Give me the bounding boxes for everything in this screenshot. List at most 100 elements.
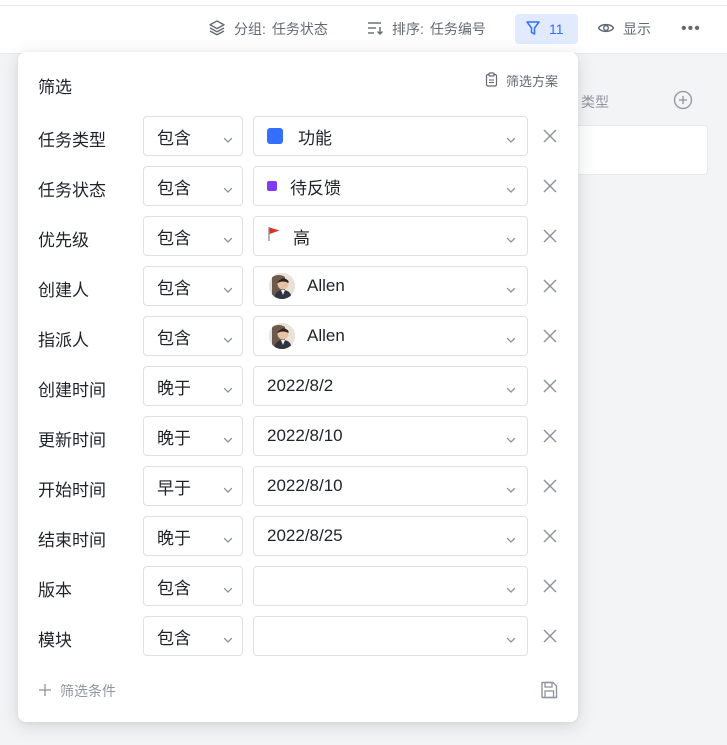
sort-label: 排序: [392,21,424,37]
group-by-label: 分组: [234,21,266,37]
operator-select[interactable]: 包含 [143,316,243,356]
chevron-down-icon [505,381,517,401]
operator-select[interactable]: 晚于 [143,516,243,556]
user-avatar [269,273,295,299]
operator-select[interactable]: 包含 [143,166,243,206]
operator-value: 包含 [157,228,191,248]
save-filter-button[interactable] [539,680,559,705]
sort-value: 任务编号 [429,21,486,37]
chevron-down-icon [222,581,234,601]
chevron-down-icon [505,631,517,651]
filter-field-label: 任务状态 [38,181,106,200]
filter-field-label: 任务类型 [38,131,106,150]
filter-value: 2022/8/25 [267,526,343,545]
remove-condition-icon[interactable] [542,278,558,299]
chevron-down-icon [222,331,234,351]
remove-condition-icon[interactable] [542,178,558,199]
filter-panel: 筛选 筛选方案 任务类型 包含 功能 任务状态 包含 待反馈 优先级 包含高创建人 包含 Alle… [18,52,578,722]
chevron-down-icon [222,631,234,651]
red-flag-icon [267,226,281,247]
add-filter-condition-button[interactable]: 筛选条件 [38,681,116,701]
filter-row: 创建时间 晚于 2022/8/2 [18,366,578,406]
operator-select[interactable]: 晚于 [143,366,243,406]
filter-scheme-button[interactable]: 筛选方案 [485,71,558,90]
value-select[interactable]: 功能 [253,116,528,156]
display-button[interactable]: 显示 [597,14,651,44]
operator-value: 早于 [157,478,191,498]
layers-icon [208,19,234,40]
filter-row: 模块 包含 [18,616,578,656]
filter-row: 创建人 包含 Allen [18,266,578,306]
plus-icon [38,683,60,700]
value-select[interactable] [253,566,528,606]
filter-field-label: 更新时间 [38,431,106,450]
value-select[interactable]: 2022/8/2 [253,366,528,406]
filter-field-label: 模块 [38,631,72,650]
filter-value: 功能 [298,128,332,148]
status-dot-icon [267,181,277,191]
operator-select[interactable]: 包含 [143,116,243,156]
panel-title: 筛选 [38,78,72,97]
filter-row: 开始时间 早于 2022/8/10 [18,466,578,506]
more-button[interactable]: ••• [681,14,701,44]
display-label: 显示 [623,21,651,37]
filter-row: 指派人 包含 Allen [18,316,578,356]
more-icon: ••• [681,20,701,37]
eye-icon [597,19,623,40]
value-select[interactable]: 2022/8/10 [253,466,528,506]
remove-condition-icon[interactable] [542,228,558,249]
value-select[interactable]: 高 [253,216,528,256]
filter-field-label: 指派人 [38,331,89,350]
background-cell [578,125,708,175]
chevron-down-icon [222,131,234,151]
filter-row: 更新时间 晚于 2022/8/10 [18,416,578,456]
chevron-down-icon [222,431,234,451]
operator-select[interactable]: 包含 [143,616,243,656]
chevron-down-icon [505,481,517,501]
filter-field-label: 创建人 [38,281,89,300]
remove-condition-icon[interactable] [542,328,558,349]
value-select[interactable]: 2022/8/10 [253,416,528,456]
operator-select[interactable]: 包含 [143,266,243,306]
remove-condition-icon[interactable] [542,378,558,399]
operator-value: 包含 [157,328,191,348]
operator-value: 晚于 [157,428,191,448]
remove-condition-icon[interactable] [542,578,558,599]
add-filter-condition-label: 筛选条件 [60,683,116,699]
chevron-down-icon [222,531,234,551]
filter-value: 2022/8/10 [267,426,343,445]
operator-select[interactable]: 早于 [143,466,243,506]
filter-row: 任务状态 包含 待反馈 [18,166,578,206]
user-avatar [269,323,295,349]
filter-field-label: 开始时间 [38,481,106,500]
remove-condition-icon[interactable] [542,478,558,499]
filter-button[interactable]: 11 [515,14,578,44]
value-select[interactable] [253,616,528,656]
chevron-down-icon [222,281,234,301]
chevron-down-icon [222,231,234,251]
clipboard-icon [485,71,506,90]
remove-condition-icon[interactable] [542,528,558,549]
add-circle-icon[interactable] [673,90,693,115]
operator-select[interactable]: 包含 [143,216,243,256]
remove-condition-icon[interactable] [542,128,558,149]
filter-row: 结束时间 晚于 2022/8/25 [18,516,578,556]
remove-condition-icon[interactable] [542,428,558,449]
chevron-down-icon [222,381,234,401]
operator-value: 包含 [157,178,191,198]
group-by-value: 任务状态 [271,21,328,37]
filter-value: 高 [293,228,310,248]
filter-value: 2022/8/10 [267,476,343,495]
value-select[interactable]: 2022/8/25 [253,516,528,556]
operator-select[interactable]: 包含 [143,566,243,606]
value-select[interactable]: Allen [253,266,528,306]
remove-condition-icon[interactable] [542,628,558,649]
value-select[interactable]: Allen [253,316,528,356]
sort-button[interactable]: 排序: 任务编号 [366,14,486,44]
value-select[interactable]: 待反馈 [253,166,528,206]
chevron-down-icon [222,481,234,501]
group-by-button[interactable]: 分组: 任务状态 [208,14,328,44]
operator-select[interactable]: 晚于 [143,416,243,456]
filter-value: Allen [307,326,345,345]
filter-row: 优先级 包含 高 [18,216,578,256]
